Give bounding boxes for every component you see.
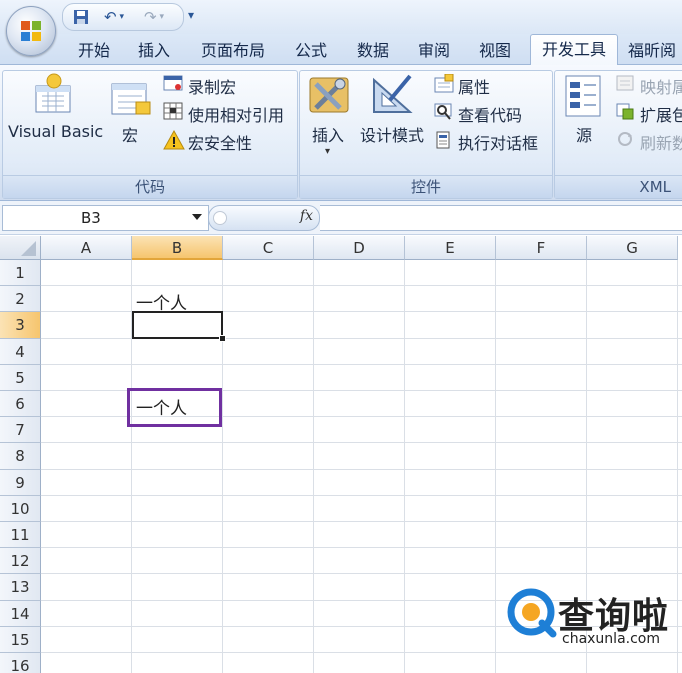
row-header-14[interactable]: 14 [0,600,41,627]
refresh-data-button[interactable]: 刷新数 [640,130,682,154]
customize-qat-icon[interactable]: ▾ [188,8,194,22]
watermark: 查询啦 chaxunla.com [500,585,682,655]
fill-handle[interactable] [219,334,226,342]
macros-button[interactable]: 宏 [122,122,138,146]
select-all-corner[interactable] [0,236,41,260]
xml-source-button[interactable]: 源 [576,122,592,146]
gridline-horizontal [41,363,682,365]
design-mode-button[interactable]: 设计模式 [360,122,424,146]
tab-home[interactable]: 开始 [70,38,118,64]
gridline-horizontal [41,285,682,287]
view-code-button[interactable]: 查看代码 [458,102,522,126]
undo-icon[interactable]: ↶ ▾ [97,7,131,27]
gridline-horizontal [41,573,682,575]
macro-security-warning-icon [163,130,185,150]
row-header-2[interactable]: 2 [0,286,41,313]
tab-formulas[interactable]: 公式 [287,38,335,64]
formula-bar-resize-handle[interactable] [213,211,227,225]
redo-icon[interactable]: ↷ ▾ [137,7,171,27]
relative-reference-icon [163,102,183,120]
row-header-13[interactable]: 13 [0,574,41,601]
record-macro-button[interactable]: 录制宏 [188,74,236,98]
row-header-11[interactable]: 11 [0,522,41,549]
name-box[interactable]: B3 [2,205,209,231]
watermark-logo-icon [507,588,557,638]
formula-input[interactable] [320,205,682,231]
insert-dropdown-icon[interactable]: ▾ [325,146,330,157]
column-header-c[interactable]: C [223,236,314,260]
insert-controls-icon [309,77,349,113]
row-header-8[interactable]: 8 [0,443,41,470]
name-box-dropdown-icon[interactable] [192,214,202,220]
name-box-value: B3 [81,209,101,227]
row-header-9[interactable]: 9 [0,469,41,496]
gridline-vertical [495,260,496,673]
visual-basic-button[interactable]: Visual Basic [8,122,103,141]
design-mode-icon [373,74,413,113]
run-dialog-button[interactable]: 执行对话框 [458,130,538,154]
row-header-15[interactable]: 15 [0,626,41,653]
expansion-packs-icon [616,103,634,120]
quick-access-toolbar: ↶ ▾ ↷ ▾ [62,3,184,31]
gridline-horizontal [41,442,682,444]
tab-developer[interactable]: 开发工具 [530,34,618,66]
map-properties-button[interactable]: 映射属 [640,74,682,98]
save-icon[interactable] [71,7,91,27]
column-header-a[interactable]: A [41,236,132,260]
properties-icon [434,74,454,93]
insert-controls-button[interactable]: 插入 [312,122,344,146]
row-header-10[interactable]: 10 [0,495,41,522]
column-header-b[interactable]: B [132,236,223,260]
row-header-1[interactable]: 1 [0,260,41,287]
xml-source-icon [565,75,601,117]
tab-insert[interactable]: 插入 [130,38,178,64]
run-dialog-icon [436,131,450,149]
row-header-6[interactable]: 6 [0,391,41,418]
row-header-7[interactable]: 7 [0,417,41,444]
gridline-horizontal [41,494,682,496]
relative-reference-button[interactable]: 使用相对引用 [188,102,284,126]
column-header-e[interactable]: E [405,236,496,260]
properties-button[interactable]: 属性 [458,74,490,98]
macro-security-button[interactable]: 宏安全性 [188,130,252,154]
office-logo-icon [21,21,41,41]
column-header-g[interactable]: G [587,236,678,260]
office-button[interactable] [6,6,56,56]
highlight-box [127,388,222,428]
gridline-horizontal [41,521,682,522]
refresh-data-icon [618,132,632,146]
active-cell-border[interactable] [132,311,223,339]
insert-function-area: fx [208,205,320,231]
tab-data[interactable]: 数据 [349,38,397,64]
record-macro-icon [163,75,183,91]
watermark-url: chaxunla.com [562,631,660,647]
tab-foxit[interactable]: 福昕阅 [628,38,682,64]
group-code-label: 代码 [3,175,297,198]
column-header-d[interactable]: D [314,236,405,260]
gridline-horizontal [41,468,682,470]
gridline-vertical [404,260,405,673]
map-properties-icon [616,75,634,91]
column-header-f[interactable]: F [496,236,587,260]
expansion-packs-button[interactable]: 扩展包 [640,102,682,126]
tab-view[interactable]: 视图 [471,38,519,64]
row-header-4[interactable]: 4 [0,338,41,365]
row-header-12[interactable]: 12 [0,548,41,575]
row-header-3[interactable]: 3 [0,312,41,339]
group-controls-label: 控件 [300,175,552,198]
macros-icon [111,83,151,115]
visual-basic-icon [35,73,71,113]
gridline-horizontal [41,547,682,549]
view-code-icon [434,103,452,120]
row-header-5[interactable]: 5 [0,364,41,391]
tab-review[interactable]: 审阅 [410,38,458,64]
gridline-vertical [313,260,314,673]
row-header-16[interactable]: 16 [0,653,41,673]
tab-page-layout[interactable]: 页面布局 [193,38,273,64]
group-xml-label: XML [555,175,682,198]
insert-function-icon[interactable]: fx [300,208,313,224]
